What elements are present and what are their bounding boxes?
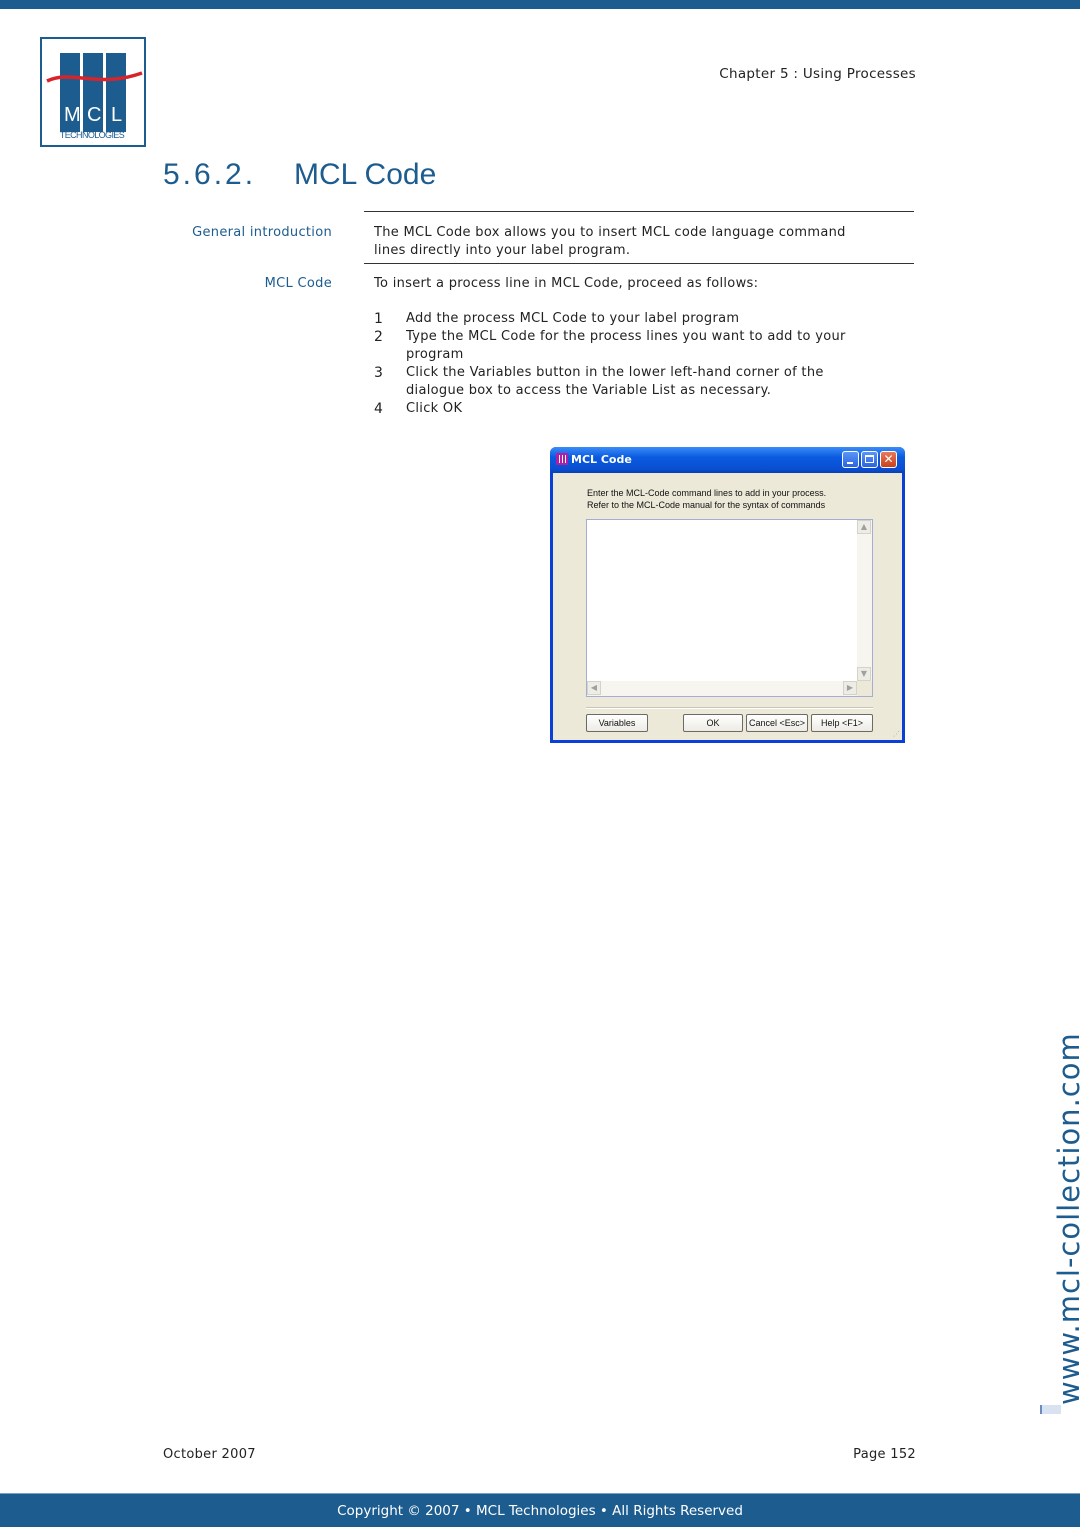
step-line: dialogue box to access the Variable List… [406, 383, 772, 398]
section-number: 5.6.2. [163, 158, 257, 191]
footer-page-number: Page 152 [853, 1447, 916, 1462]
intro-text: The MCL Code box allows you to insert MC… [374, 224, 914, 260]
step-number: 1 [374, 311, 384, 327]
step-text: Type the MCL Code for the process lines … [406, 328, 846, 364]
scroll-down-icon[interactable]: ▼ [857, 667, 871, 681]
step-line: program [406, 347, 464, 362]
logo-letter-l: L [111, 104, 122, 126]
watermark-url: www.mcl-collection.com [1052, 1032, 1080, 1405]
dialog-title: MCL Code [571, 453, 632, 466]
logo-letter-m: M [64, 104, 81, 126]
step-line: Click OK [406, 401, 463, 416]
label-general-introduction: General introduction [192, 225, 332, 240]
section-heading: 5.6.2. MCL Code [163, 158, 436, 192]
minimize-icon[interactable] [842, 451, 859, 468]
mcl-code-dialog: MCL Code ✕ Enter the MCL-Code command li… [550, 447, 905, 743]
step-text: Click the Variables button in the lower … [406, 364, 824, 400]
top-bar [0, 0, 1080, 9]
intro-line: The MCL Code box allows you to insert MC… [374, 225, 846, 240]
horizontal-scrollbar[interactable]: ◀ ▶ [587, 681, 857, 696]
intro-line: lines directly into your label program. [374, 243, 631, 258]
section-title: MCL Code [294, 158, 437, 191]
step-number: 2 [374, 329, 384, 345]
dialog-titlebar[interactable]: MCL Code ✕ [550, 447, 905, 473]
step-line: Add the process MCL Code to your label p… [406, 311, 740, 326]
scroll-left-icon[interactable]: ◀ [587, 681, 601, 695]
mcl-logo: M C L TECHNOLOGIES [40, 37, 146, 147]
dialog-separator [586, 707, 873, 709]
step-item: 2 Type the MCL Code for the process lines… [374, 328, 914, 364]
step-item: 4 Click OK [374, 400, 914, 418]
footer-date: October 2007 [163, 1447, 256, 1462]
step-text: Click OK [406, 400, 462, 418]
step-number: 4 [374, 401, 384, 417]
ok-button[interactable]: OK [683, 714, 743, 732]
step-text: Add the process MCL Code to your label p… [406, 310, 739, 328]
step-line: Click the Variables button in the lower … [406, 365, 824, 380]
maximize-icon[interactable] [861, 451, 878, 468]
mcl-code-textarea[interactable]: ▲ ▼ ◀ ▶ [586, 519, 873, 697]
procedure-intro: To insert a process line in MCL Code, pr… [374, 276, 759, 291]
resize-grip-icon[interactable]: ⋰ [893, 730, 900, 738]
step-line: Type the MCL Code for the process lines … [406, 329, 846, 344]
help-button[interactable]: Help <F1> [811, 714, 873, 732]
instruction-line: Refer to the MCL-Code manual for the syn… [587, 500, 826, 510]
label-mcl-code: MCL Code [264, 276, 332, 291]
variables-button[interactable]: Variables [586, 714, 648, 732]
logo-letter-c: C [87, 104, 101, 126]
scroll-corner [857, 681, 872, 696]
close-icon[interactable]: ✕ [880, 451, 897, 468]
scroll-up-icon[interactable]: ▲ [857, 520, 871, 534]
step-number: 3 [374, 365, 384, 381]
watermark-icon [1040, 1405, 1061, 1414]
copyright-bar: Copyright © 2007 • MCL Technologies • Al… [0, 1493, 1080, 1527]
divider-top [364, 211, 914, 212]
step-item: 3 Click the Variables button in the lower… [374, 364, 914, 400]
vertical-scrollbar[interactable]: ▲ ▼ [857, 520, 872, 681]
logo-subtitle: TECHNOLOGIES [60, 130, 125, 140]
chapter-header: Chapter 5 : Using Processes [719, 66, 916, 82]
cancel-button[interactable]: Cancel <Esc> [746, 714, 808, 732]
instruction-line: Enter the MCL-Code command lines to add … [587, 488, 827, 498]
dialog-instructions: Enter the MCL-Code command lines to add … [587, 487, 826, 511]
divider-bottom [364, 263, 914, 264]
app-icon [556, 453, 568, 465]
scroll-right-icon[interactable]: ▶ [843, 681, 857, 695]
step-item: 1 Add the process MCL Code to your label … [374, 310, 914, 328]
steps-list: 1 Add the process MCL Code to your label … [374, 310, 914, 418]
